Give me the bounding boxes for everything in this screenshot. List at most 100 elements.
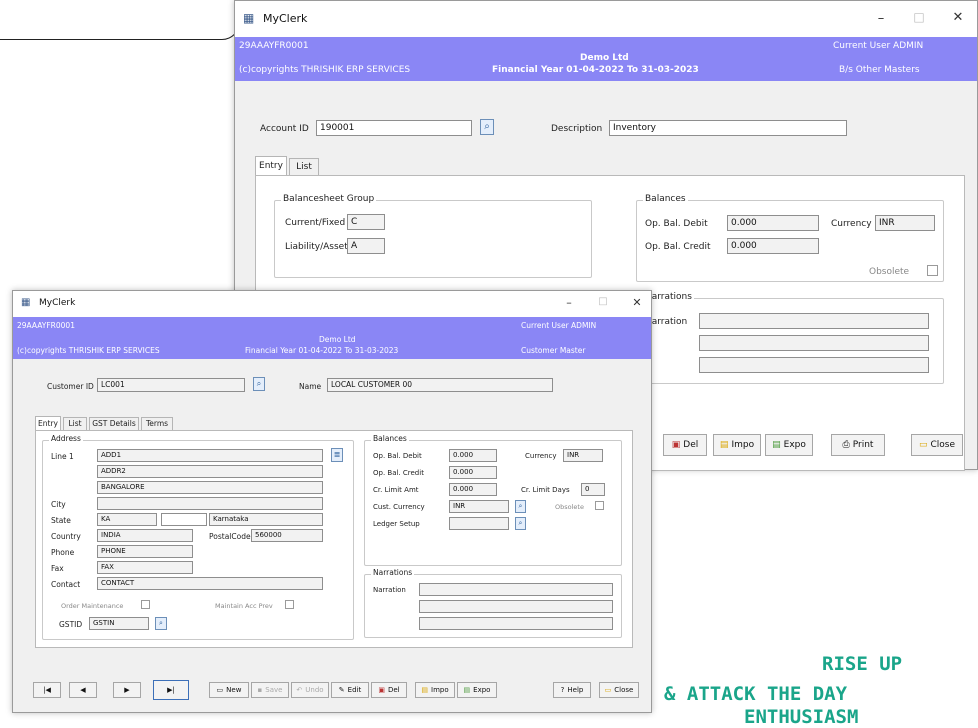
op-credit-label: Op. Bal. Credit xyxy=(645,242,711,252)
phone-field[interactable]: PHONE xyxy=(97,545,193,558)
op-debit-field[interactable]: 0.000 xyxy=(449,449,497,462)
expo-button[interactable]: ▤ Expo xyxy=(457,682,497,698)
maintain-acc-prev-checkbox[interactable] xyxy=(285,600,294,609)
narration-field-3[interactable] xyxy=(699,357,929,373)
op-credit-field[interactable]: 0.000 xyxy=(727,238,819,254)
impo-button[interactable]: ▤ Impo xyxy=(415,682,455,698)
save-icon: ▪ xyxy=(257,686,263,694)
search-icon: ⌕ xyxy=(518,519,523,527)
narration-field-1[interactable] xyxy=(699,313,929,329)
order-maintenance-checkbox[interactable] xyxy=(141,600,150,609)
tab-terms[interactable]: Terms xyxy=(141,417,173,431)
window-title: MyClerk xyxy=(39,298,76,308)
expo-button[interactable]: ▤ Expo xyxy=(765,434,813,456)
city-field[interactable] xyxy=(97,497,323,510)
undo-button[interactable]: ↶ Undo xyxy=(291,682,329,698)
obsolete-checkbox[interactable] xyxy=(595,501,604,510)
description-field[interactable]: Inventory xyxy=(609,120,847,136)
state-name-field[interactable]: Karnataka xyxy=(209,513,323,526)
line3-field[interactable]: BANGALORE xyxy=(97,481,323,494)
impo-button[interactable]: ▤ Impo xyxy=(713,434,761,456)
fax-field[interactable]: FAX xyxy=(97,561,193,574)
tab-gst-details[interactable]: GST Details xyxy=(89,417,139,431)
maximize-button[interactable]: □ xyxy=(909,10,929,24)
narration-field-2[interactable] xyxy=(419,600,613,613)
del-button[interactable]: ▣ Del xyxy=(371,682,407,698)
state-picker-field[interactable] xyxy=(161,513,207,526)
account-id-field[interactable]: 190001 xyxy=(316,120,472,136)
currency-field[interactable]: INR xyxy=(563,449,603,462)
last-record-button[interactable]: ▶| xyxy=(153,680,189,700)
postal-code-field[interactable]: 560000 xyxy=(251,529,323,542)
minimize-button[interactable]: – xyxy=(871,11,891,26)
maximize-button[interactable]: □ xyxy=(595,296,611,307)
contact-field[interactable]: CONTACT xyxy=(97,577,323,590)
cust-currency-field[interactable]: INR xyxy=(449,500,509,513)
close-window-button[interactable]: ✕ xyxy=(948,10,968,25)
current-user: Current User ADMIN xyxy=(833,41,924,51)
gstid-field[interactable]: GSTIN xyxy=(89,617,149,630)
obsolete-checkbox[interactable] xyxy=(927,265,938,276)
front-window: ▦ MyClerk – □ ✕ 29AAAYFR0001 (c)copyrigh… xyxy=(12,290,652,713)
impo-label: Impo xyxy=(431,686,449,694)
search-icon: ⌕ xyxy=(159,619,163,627)
currency-field[interactable]: INR xyxy=(875,215,935,231)
help-button[interactable]: ? Help xyxy=(553,682,591,698)
tab-list[interactable]: List xyxy=(63,417,87,431)
front-entry-panel: Address Line 1 ADD1 ≣ ADDR2 BANGALORE Ci… xyxy=(35,430,633,648)
country-field[interactable]: INDIA xyxy=(97,529,193,542)
line1-field[interactable]: ADD1 xyxy=(97,449,323,462)
name-field[interactable]: LOCAL CUSTOMER 00 xyxy=(327,378,553,392)
cr-limit-days-field[interactable]: 0 xyxy=(581,483,605,496)
cr-limit-amt-field[interactable]: 0.000 xyxy=(449,483,497,496)
cust-currency-lookup-button[interactable]: ⌕ xyxy=(515,500,526,513)
customer-id-field[interactable]: LC001 xyxy=(97,378,245,392)
tab-entry[interactable]: Entry xyxy=(35,416,61,431)
new-button[interactable]: ▭ New xyxy=(209,682,249,698)
print-button[interactable]: ⎙ Print xyxy=(831,434,885,456)
tab-entry[interactable]: Entry xyxy=(255,156,287,176)
op-credit-field[interactable]: 0.000 xyxy=(449,466,497,479)
next-record-button[interactable]: ▶ xyxy=(113,682,141,698)
save-label: Save xyxy=(265,686,283,694)
search-icon: ⌕ xyxy=(518,502,523,510)
narration-field-1[interactable] xyxy=(419,583,613,596)
gstid-label: GSTID xyxy=(59,620,83,629)
gstid-lookup-button[interactable]: ⌕ xyxy=(155,617,167,630)
export-icon: ▤ xyxy=(772,440,781,450)
narration-field-2[interactable] xyxy=(699,335,929,351)
ledger-setup-lookup-button[interactable]: ⌕ xyxy=(515,517,526,530)
account-lookup-button[interactable]: ⌕ xyxy=(480,119,494,135)
address-picker-button[interactable]: ≣ xyxy=(331,448,343,462)
customer-lookup-button[interactable]: ⌕ xyxy=(253,377,265,391)
liability-asset-field[interactable]: A xyxy=(347,238,385,254)
minimize-button[interactable]: – xyxy=(561,296,577,309)
tab-list[interactable]: List xyxy=(289,158,319,176)
header-band: 29AAAYFR0001 (c)copyrights THRISHIK ERP … xyxy=(13,317,651,359)
del-button[interactable]: ▣ Del xyxy=(663,434,707,456)
country-label: Country xyxy=(51,532,81,541)
edit-label: Edit xyxy=(347,686,362,694)
ledger-setup-label: Ledger Setup xyxy=(373,520,420,528)
state-code-field[interactable]: KA xyxy=(97,513,157,526)
close-button[interactable]: ▭ Close xyxy=(599,682,639,698)
op-credit-label: Op. Bal. Credit xyxy=(373,469,424,477)
narration-field-3[interactable] xyxy=(419,617,613,630)
current-fixed-field[interactable]: C xyxy=(347,214,385,230)
op-debit-field[interactable]: 0.000 xyxy=(727,215,819,231)
undo-label: Undo xyxy=(305,686,324,694)
ledger-setup-field[interactable] xyxy=(449,517,509,530)
cr-limit-days-label: Cr. Limit Days xyxy=(521,486,570,494)
window-title: MyClerk xyxy=(263,12,308,25)
close-window-button[interactable]: ✕ xyxy=(629,296,645,309)
save-button[interactable]: ▪ Save xyxy=(251,682,289,698)
close-button[interactable]: ▭ Close xyxy=(911,434,963,456)
header-band: 29AAAYFR0001 (c)copyrights THRISHIK ERP … xyxy=(235,37,977,81)
prev-record-button[interactable]: ◀ xyxy=(69,682,97,698)
first-record-button[interactable]: |◀ xyxy=(33,682,61,698)
edit-button[interactable]: ✎ Edit xyxy=(331,682,369,698)
obsolete-label: Obsolete xyxy=(869,267,910,277)
close-label: Close xyxy=(930,440,956,450)
phone-label: Phone xyxy=(51,548,75,557)
line2-field[interactable]: ADDR2 xyxy=(97,465,323,478)
